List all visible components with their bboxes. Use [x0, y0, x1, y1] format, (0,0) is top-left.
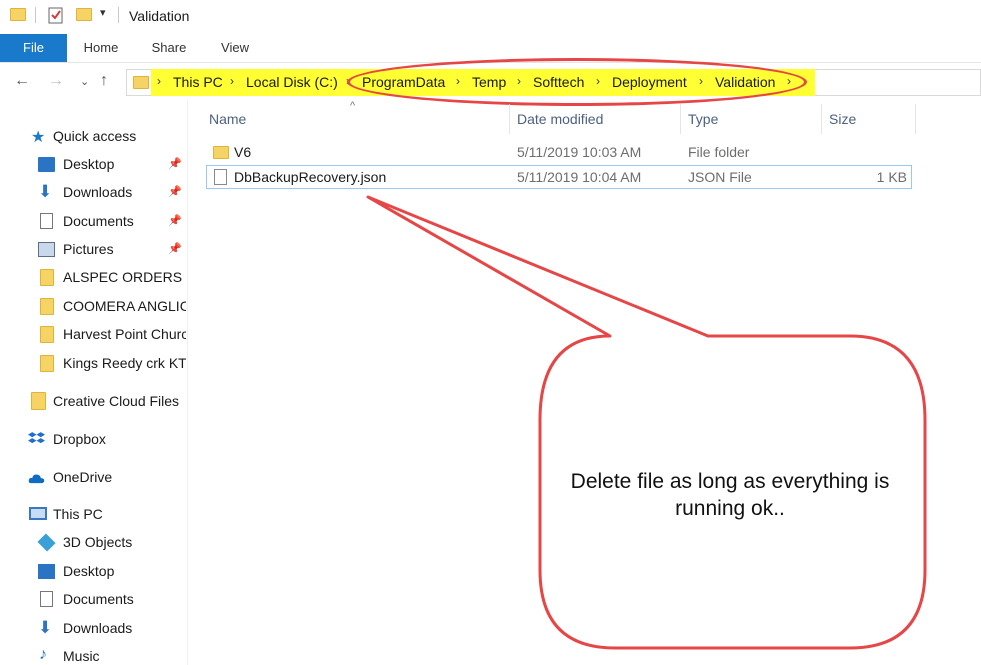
callout-bubble	[366, 195, 927, 650]
callout-text: Delete file as long as everything is run…	[570, 470, 890, 520]
